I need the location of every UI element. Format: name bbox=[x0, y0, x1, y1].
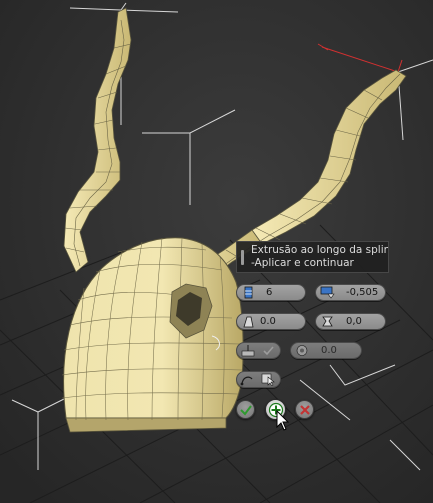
tooltip: Extrusão ao longo da spline -Aplicar e c… bbox=[236, 241, 389, 273]
taper-curve-value: 0.0 bbox=[260, 316, 276, 327]
rotation-field[interactable]: 0.0 bbox=[290, 342, 362, 359]
ok-button[interactable] bbox=[236, 400, 255, 419]
rotation-icon bbox=[295, 344, 310, 357]
taper-amount-value: -0,505 bbox=[346, 287, 379, 298]
taper-curve-field[interactable]: 0.0 bbox=[236, 313, 306, 330]
taper-curve-icon bbox=[241, 315, 256, 328]
twist-field[interactable]: 0,0 bbox=[315, 313, 386, 330]
viewport-3d[interactable]: Extrusão ao longo da spline -Aplicar e c… bbox=[0, 0, 433, 503]
segments-field[interactable]: 6 bbox=[236, 284, 306, 301]
segments-icon bbox=[241, 286, 256, 299]
tooltip-line-1: Extrusão ao longo da spline bbox=[251, 244, 388, 256]
spline-curve-icon bbox=[240, 373, 255, 386]
tooltip-line-2: -Aplicar e continuar bbox=[251, 257, 354, 269]
align-to-face-normal-icon bbox=[241, 344, 256, 357]
rotation-value: 0.0 bbox=[321, 345, 337, 356]
tooltip-pin-icon bbox=[241, 250, 244, 265]
cancel-button[interactable] bbox=[295, 400, 314, 419]
taper-amount-field[interactable]: -0,505 bbox=[315, 284, 386, 301]
twist-icon bbox=[320, 315, 335, 328]
align-to-face-normal-toggle[interactable] bbox=[236, 342, 281, 359]
pick-spline-icon bbox=[261, 373, 276, 386]
pick-spline-button[interactable] bbox=[236, 371, 281, 388]
taper-amount-icon bbox=[320, 286, 335, 299]
twist-value: 0,0 bbox=[346, 316, 362, 327]
segments-value: 6 bbox=[266, 287, 273, 298]
